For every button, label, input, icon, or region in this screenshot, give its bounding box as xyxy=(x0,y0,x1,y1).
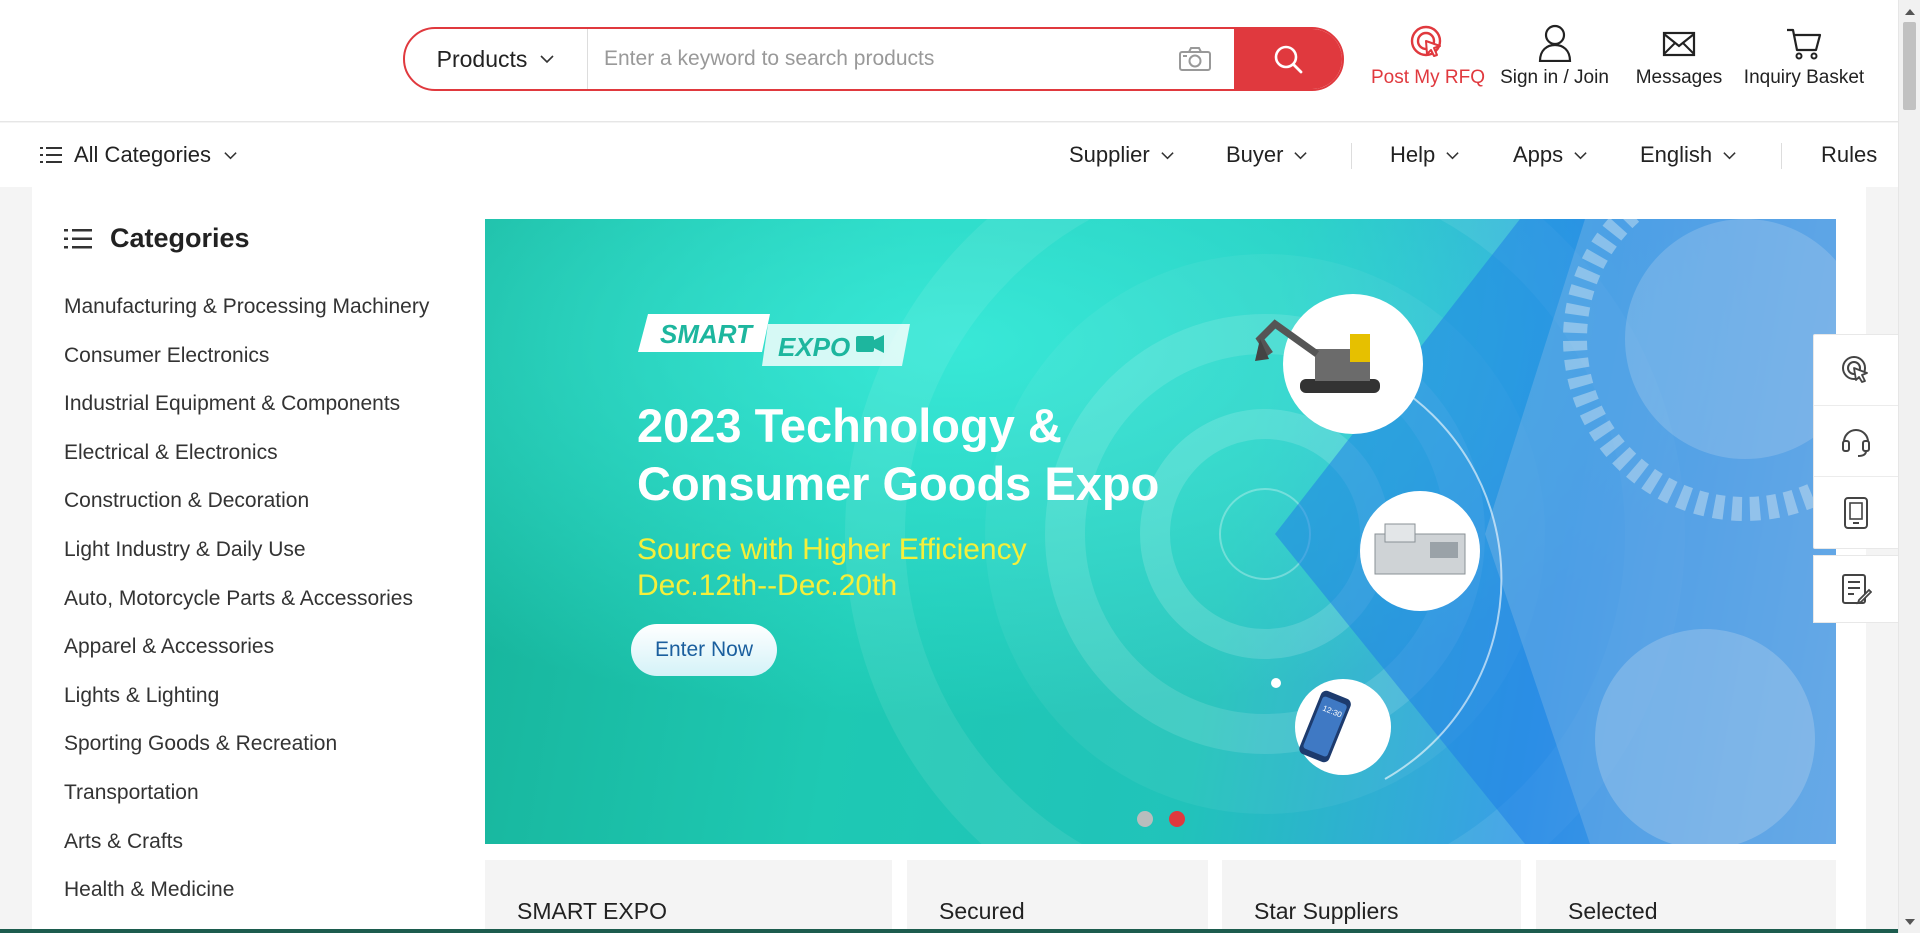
category-item[interactable]: Consumer Electronics xyxy=(64,344,429,393)
card-secured[interactable]: Secured xyxy=(907,860,1208,933)
header: Products Post My RFQ Sign in / Join Mess… xyxy=(0,0,1898,122)
category-item[interactable]: Manufacturing & Processing Machinery xyxy=(64,295,429,344)
scroll-down-arrow[interactable] xyxy=(1899,913,1920,931)
all-categories-menu[interactable]: All Categories xyxy=(40,123,238,187)
top-actions: Post My RFQ Sign in / Join Messages Inqu… xyxy=(1368,24,1869,89)
float-support-button[interactable] xyxy=(1814,406,1898,477)
nav-help-label: Help xyxy=(1390,142,1436,167)
chevron-down-icon xyxy=(1446,151,1459,159)
user-icon xyxy=(1538,24,1571,62)
banner-title-line1: 2023 Technology & xyxy=(637,399,1062,452)
chevron-down-icon xyxy=(540,55,554,64)
nav-language-label: English xyxy=(1640,142,1713,167)
nav-rules[interactable]: Rules xyxy=(1821,123,1877,187)
card-star-suppliers[interactable]: Star Suppliers xyxy=(1222,860,1521,933)
floating-toolbar xyxy=(1813,334,1899,549)
categories-heading: Categories xyxy=(64,223,250,254)
nav-supplier-label: Supplier xyxy=(1069,142,1150,167)
nav-help[interactable]: Help xyxy=(1390,123,1460,187)
card-title: Star Suppliers xyxy=(1254,898,1399,924)
search-icon xyxy=(1274,45,1303,74)
category-item[interactable]: Light Industry & Daily Use xyxy=(64,538,429,587)
category-item[interactable]: Construction & Decoration xyxy=(64,489,429,538)
expo-banner[interactable]: 12:30 SMART EXPO 2023 Technology & Consu… xyxy=(485,219,1836,844)
nav-divider xyxy=(1781,143,1782,169)
search-input[interactable] xyxy=(588,29,1156,89)
category-item[interactable]: Electrical & Electronics xyxy=(64,441,429,490)
category-item[interactable]: Lights & Lighting xyxy=(64,684,429,733)
cart-icon xyxy=(1787,28,1822,60)
category-item[interactable]: Sporting Goods & Recreation xyxy=(64,732,429,781)
nav-divider xyxy=(1351,143,1352,169)
carousel-dot-1[interactable] xyxy=(1137,811,1153,827)
chevron-down-icon xyxy=(1574,151,1587,159)
enter-now-button[interactable]: Enter Now xyxy=(631,624,777,676)
rfq-icon xyxy=(1842,356,1868,383)
banner-subtitle: Source with Higher Efficiency Dec.12th--… xyxy=(637,532,1027,604)
category-item[interactable]: Transportation xyxy=(64,781,429,830)
notes-icon xyxy=(1842,574,1872,605)
logo-smart-text: SMART xyxy=(660,319,754,349)
scroll-thumb[interactable] xyxy=(1903,22,1916,110)
card-title: Secured xyxy=(939,898,1025,924)
banner-title-line2: Consumer Goods Expo xyxy=(637,457,1160,510)
envelope-icon xyxy=(1662,31,1696,57)
category-item[interactable]: Industrial Equipment & Components xyxy=(64,392,429,441)
sign-in-button[interactable]: Sign in / Join xyxy=(1492,24,1617,89)
carousel-dot-2[interactable] xyxy=(1169,811,1185,827)
chevron-down-icon xyxy=(1294,151,1308,159)
messages-label: Messages xyxy=(1635,67,1723,88)
messages-button[interactable]: Messages xyxy=(1619,24,1739,89)
page-scrollbar[interactable] xyxy=(1898,0,1920,933)
inquiry-basket-label: Inquiry Basket xyxy=(1743,67,1865,88)
search-button[interactable] xyxy=(1234,29,1342,89)
search-type-dropdown[interactable]: Products xyxy=(405,29,588,89)
logo-expo-text: EXPO xyxy=(778,332,850,362)
card-title: Selected xyxy=(1568,898,1658,924)
target-cursor-icon xyxy=(1410,25,1442,57)
tablet-icon xyxy=(1844,496,1868,529)
float-rfq-button[interactable] xyxy=(1814,335,1898,406)
list-icon xyxy=(64,228,92,248)
banner-dates: Dec.12th--Dec.20th xyxy=(637,569,898,602)
nav-apps-label: Apps xyxy=(1513,142,1564,167)
chevron-down-icon xyxy=(224,151,237,159)
categories-title: Categories xyxy=(110,223,250,253)
headset-icon xyxy=(1842,429,1870,457)
chevron-down-icon xyxy=(1723,151,1736,159)
category-item[interactable]: Auto, Motorcycle Parts & Accessories xyxy=(64,587,429,636)
float-notes-button[interactable] xyxy=(1813,555,1899,623)
post-rfq-button[interactable]: Post My RFQ xyxy=(1368,24,1488,89)
card-smart-expo[interactable]: SMART EXPO xyxy=(485,860,892,933)
card-selected[interactable]: Selected xyxy=(1536,860,1836,933)
card-title: SMART EXPO xyxy=(517,898,667,924)
nav-supplier[interactable]: Supplier xyxy=(1069,123,1175,187)
nav-buyer-label: Buyer xyxy=(1226,142,1284,167)
search-type-label: Products xyxy=(436,45,528,72)
camera-search-icon[interactable] xyxy=(1156,29,1234,89)
nav-rules-label: Rules xyxy=(1821,142,1878,167)
navigation-bar: All Categories Supplier Buyer Help Apps … xyxy=(0,123,1898,187)
carousel-dots xyxy=(1137,811,1185,827)
category-item[interactable]: Apparel & Accessories xyxy=(64,635,429,684)
smart-expo-logo: SMART EXPO xyxy=(638,312,910,373)
nav-apps[interactable]: Apps xyxy=(1513,123,1588,187)
sign-in-label: Sign in / Join xyxy=(1500,67,1609,88)
nav-buyer[interactable]: Buyer xyxy=(1226,123,1308,187)
nav-language[interactable]: English xyxy=(1640,123,1737,187)
list-icon xyxy=(40,147,62,163)
search-bar: Products xyxy=(403,27,1344,91)
all-categories-label: All Categories xyxy=(74,142,211,167)
float-app-button[interactable] xyxy=(1814,477,1898,548)
category-item[interactable]: Arts & Crafts xyxy=(64,830,429,879)
post-rfq-label: Post My RFQ xyxy=(1370,67,1485,88)
category-list: Manufacturing & Processing Machinery Con… xyxy=(64,295,429,927)
bottom-edge-strip xyxy=(0,929,1898,933)
banner-subtitle-text: Source with Higher Efficiency xyxy=(637,533,1027,566)
category-item[interactable]: Health & Medicine xyxy=(64,878,429,927)
banner-title: 2023 Technology & Consumer Goods Expo xyxy=(637,397,1257,513)
scroll-up-arrow[interactable] xyxy=(1899,2,1920,20)
inquiry-basket-button[interactable]: Inquiry Basket xyxy=(1739,24,1869,89)
chevron-down-icon xyxy=(1161,151,1174,159)
